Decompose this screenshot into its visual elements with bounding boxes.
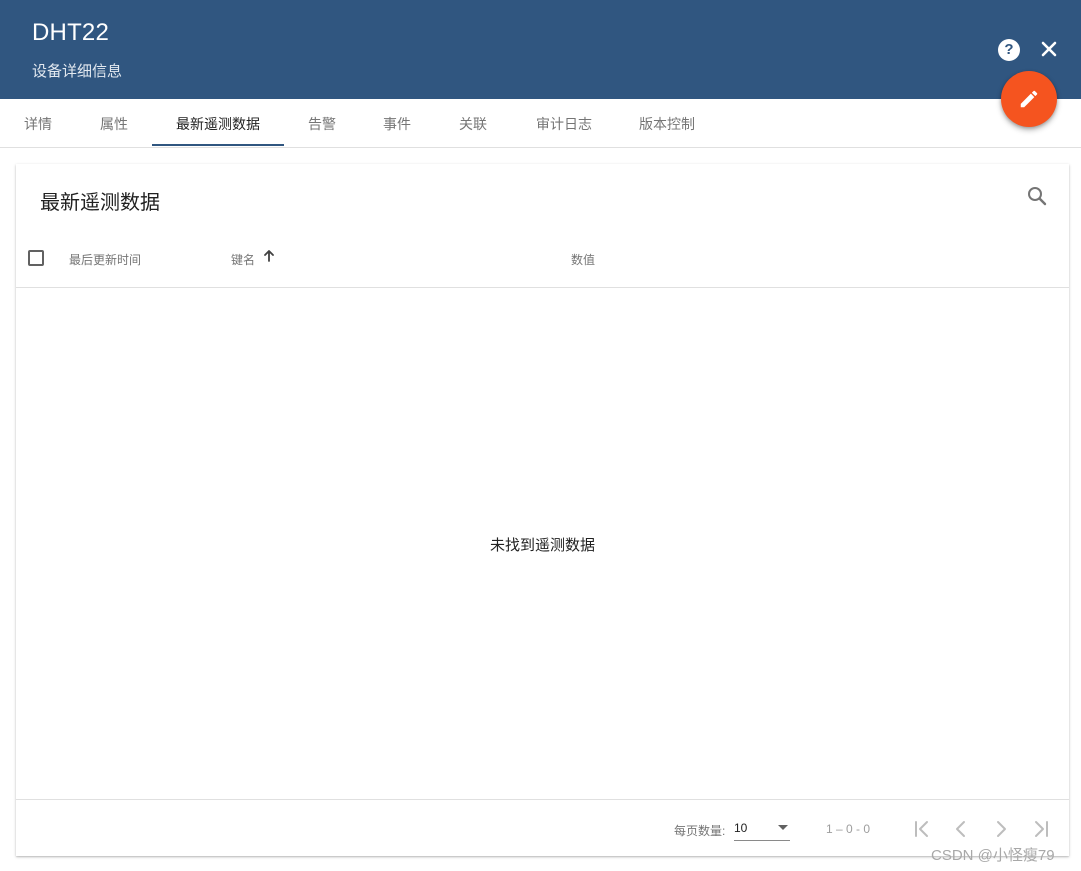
previous-page-button[interactable] [950,818,972,840]
first-page-button[interactable] [911,818,933,840]
tab-alarms[interactable]: 告警 [292,99,352,147]
edit-button[interactable] [1001,71,1057,127]
per-page-value: 10 [734,821,748,835]
tab-details[interactable]: 详情 [10,99,66,147]
sort-ascending-icon[interactable] [262,249,276,263]
dropdown-arrow-icon [778,825,788,830]
device-subtitle: 设备详细信息 [32,63,123,80]
pencil-icon [1020,90,1038,108]
first-page-icon [915,821,928,837]
next-page-button[interactable] [990,818,1012,840]
active-tab-indicator [152,144,284,146]
pagination-range: 1 – 0 - 0 [826,822,871,836]
device-details-header: DHT22 设备详细信息 ? [0,0,1081,99]
watermark: CSDN @小怪瘦79 [931,847,1055,864]
empty-state-message: 未找到遥测数据 [489,537,595,554]
tab-attributes[interactable]: 属性 [84,99,144,147]
help-icon[interactable]: ? [998,39,1020,61]
chevron-right-icon [997,821,1006,837]
device-title: DHT22 [32,19,110,46]
tab-events[interactable]: 事件 [367,99,427,147]
pagination-bar: 每页数量: 10 1 – 0 - 0 [16,799,1069,856]
tab-latest-telemetry[interactable]: 最新遥测数据 [152,99,284,147]
tab-relations[interactable]: 关联 [443,99,503,147]
table-header: 最后更新时间 键名 数值 [16,234,1069,288]
tab-bar: 详情 属性 最新遥测数据 告警 事件 关联 审计日志 版本控制 [0,99,1081,148]
column-value[interactable]: 数值 [571,251,595,268]
tab-version-control[interactable]: 版本控制 [629,99,705,147]
select-all-checkbox[interactable] [28,250,44,266]
per-page-select[interactable]: 10 [734,815,790,841]
search-icon[interactable] [1025,184,1049,208]
telemetry-card: 最新遥测数据 最后更新时间 键名 数值 未找到遥测数据 每页数量: 10 1 –… [16,164,1069,856]
chevron-left-icon [956,821,965,837]
tab-audit-logs[interactable]: 审计日志 [526,99,602,147]
column-key-name[interactable]: 键名 [231,251,255,268]
close-icon[interactable] [1038,38,1060,60]
column-last-update-time[interactable]: 最后更新时间 [69,251,141,268]
per-page-label: 每页数量: [674,824,726,838]
last-page-icon [1035,821,1048,837]
card-title: 最新遥测数据 [40,192,160,214]
last-page-button[interactable] [1030,818,1052,840]
